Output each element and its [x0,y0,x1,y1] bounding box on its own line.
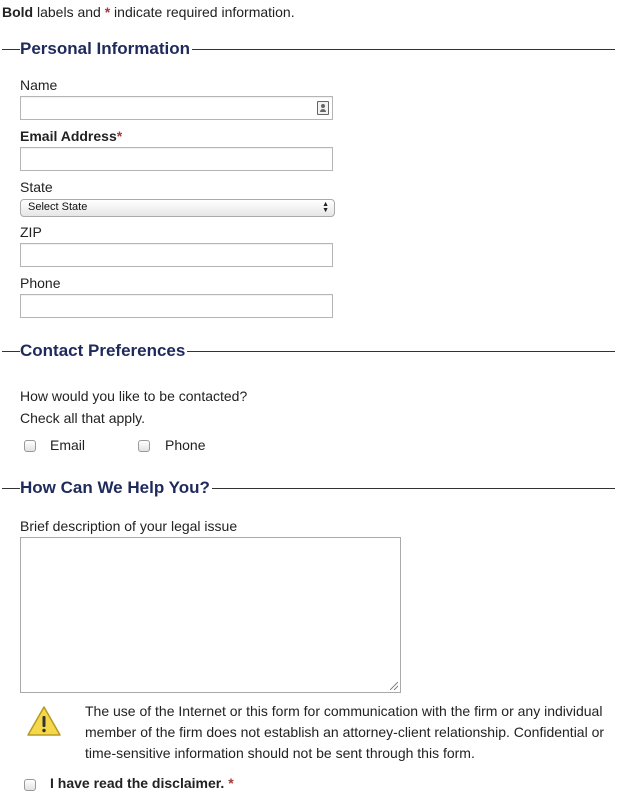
zip-label: ZIP [20,224,42,240]
intro-text-end: indicate required information. [110,4,295,20]
disclaimer-ack-label[interactable]: I have read the disclaimer. * [50,775,234,791]
disclaimer-ack-text: I have read the disclaimer. [50,775,225,791]
email-checkbox[interactable] [24,440,36,452]
email-required-star: * [116,128,123,144]
legend-spacer [2,40,20,41]
phone-checkbox[interactable] [138,440,150,452]
resize-grip-icon[interactable] [390,682,398,690]
phone-option-label[interactable]: Phone [165,437,205,453]
state-select[interactable]: Select State ▲ ▼ [20,199,335,217]
disclaimer-checkbox[interactable] [24,779,36,791]
name-label: Name [20,77,58,93]
intro-text-mid: labels and [33,4,105,20]
disclaimer-text: The use of the Internet or this form for… [85,703,605,761]
phone-input[interactable] [20,294,333,318]
email-option-label[interactable]: Email [50,437,85,453]
phone-label: Phone [20,275,61,291]
contact-hint: Check all that apply. [20,410,146,426]
state-label: State [20,179,53,195]
personal-info-legend: Personal Information [20,39,193,59]
contact-question: How would you like to be contacted? [20,388,248,404]
name-input[interactable] [20,96,333,120]
contact-preferences-legend: Contact Preferences [20,341,188,361]
disclaimer-required-star: * [228,775,234,791]
description-label: Brief description of your legal issue [20,518,238,534]
description-textarea[interactable] [20,537,401,693]
required-info-note: Bold labels and * indicate required info… [2,4,295,20]
zip-input[interactable] [20,243,333,267]
state-select-value: Select State [28,201,88,213]
help-legend: How Can We Help You? [20,478,212,498]
email-input[interactable] [20,147,333,171]
email-label: Email Address* [20,128,122,144]
warning-triangle-icon [27,706,61,736]
chevron-up-down-icon: ▲ ▼ [322,201,329,214]
email-label-text: Email Address [20,128,117,144]
bold-word: Bold [2,4,34,20]
contact-card-icon[interactable] [317,101,329,115]
